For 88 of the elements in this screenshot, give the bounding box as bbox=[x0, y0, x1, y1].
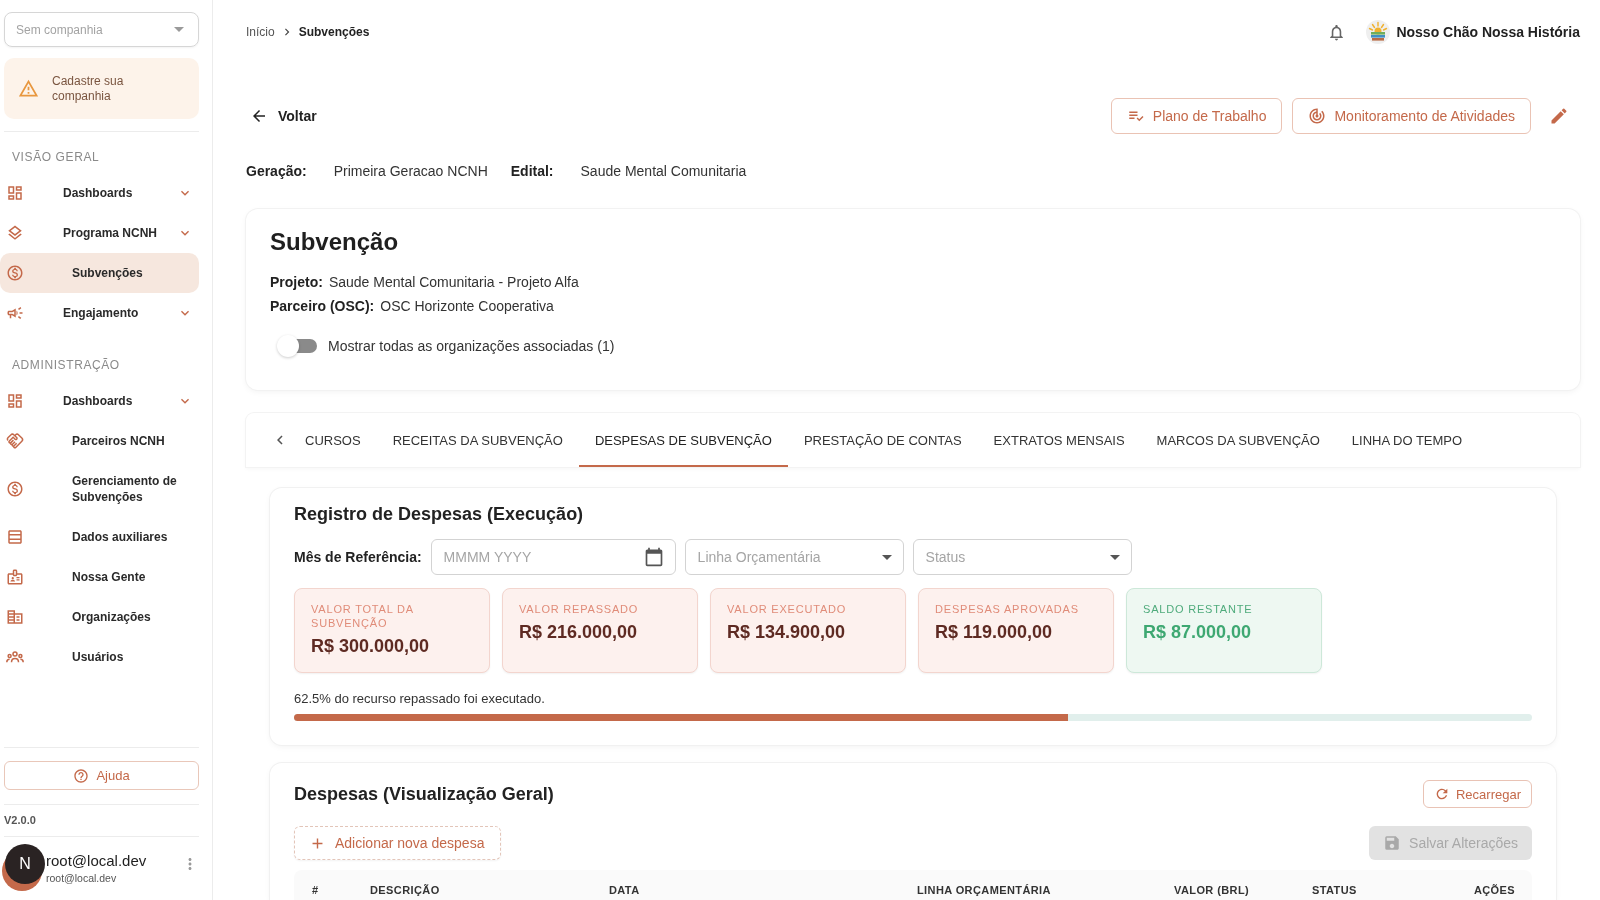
nav-item[interactable]: Gerenciamento de Subvenções bbox=[0, 461, 199, 517]
work-plan-button[interactable]: Plano de Trabalho bbox=[1110, 98, 1283, 134]
progress-caption: 62.5% do recurso repassado foi executado. bbox=[294, 691, 546, 707]
reload-button[interactable]: Recarregar bbox=[1422, 780, 1532, 808]
rows-icon bbox=[6, 528, 24, 546]
meta-value: Primeira Geracao NCNH bbox=[333, 163, 488, 179]
dashboard-icon bbox=[6, 392, 24, 410]
select-field[interactable]: Linha Orçamentária bbox=[684, 539, 904, 575]
add-button[interactable]: Adicionar nova despesa bbox=[294, 826, 502, 860]
dropdown-icon bbox=[881, 554, 892, 560]
column-header: DESCRIÇÃO bbox=[370, 883, 441, 897]
filter-label: Mês de Referência: bbox=[294, 549, 422, 565]
version-label: V2.0.0 bbox=[4, 813, 37, 827]
calendar-icon[interactable] bbox=[643, 547, 664, 567]
target-icon bbox=[1308, 107, 1327, 125]
field-value: Saude Mental Comunitaria - Projeto Alfa bbox=[328, 273, 579, 292]
dropdown-icon bbox=[174, 27, 184, 32]
help-button[interactable]: Ajuda bbox=[4, 761, 199, 790]
tab[interactable]: MARCOS DA SUBVENÇÃO bbox=[1140, 413, 1336, 467]
people-icon bbox=[6, 651, 24, 663]
tab[interactable]: RECEITAS DA SUBVENÇÃO bbox=[376, 413, 579, 467]
id-badge-icon bbox=[6, 568, 24, 586]
column-header: VALOR (BRL) bbox=[1174, 883, 1251, 897]
section-heading: ADMINISTRAÇÃO bbox=[11, 357, 121, 373]
stat-label: SALDO RESTANTE bbox=[1143, 602, 1254, 616]
user-name: root@local.dev bbox=[46, 852, 148, 870]
help-icon bbox=[73, 767, 90, 784]
organization-name: Nosso Chão Nossa História bbox=[1396, 24, 1580, 40]
breadcrumb-link[interactable]: Início bbox=[246, 25, 275, 39]
column-header: DATA bbox=[609, 883, 641, 897]
field-value: OSC Horizonte Cooperativa bbox=[380, 297, 554, 316]
stat-value: R$ 216.000,00 bbox=[519, 621, 639, 643]
meta-label: Geração: bbox=[246, 163, 307, 179]
card-title: Subvenção bbox=[270, 229, 400, 255]
section-title: Registro de Despesas (Execução) bbox=[294, 503, 585, 525]
date-field[interactable]: MMMM YYYY bbox=[430, 539, 676, 575]
nav-item[interactable]: Subvenções bbox=[0, 253, 199, 293]
tab[interactable]: PRESTAÇÃO DE CONTAS bbox=[787, 413, 978, 467]
handshake-icon bbox=[6, 432, 24, 450]
dashboard-icon bbox=[6, 184, 24, 202]
stat-label: DESPESAS APROVADAS bbox=[935, 602, 1080, 616]
toggle-label: Mostrar todas as organizações associadas (1) bbox=[328, 338, 615, 354]
column-header: STATUS bbox=[1312, 883, 1358, 897]
meta-value: Saude Mental Comunitaria bbox=[580, 163, 747, 179]
stat-label: VALOR REPASSADO bbox=[519, 602, 640, 616]
warning-icon bbox=[18, 78, 39, 99]
nav-item[interactable]: Parceiros NCNH bbox=[0, 421, 199, 461]
tab[interactable]: LINHA DO TEMPO bbox=[1335, 413, 1479, 467]
activity-monitoring-button[interactable]: Monitoramento de Atividades bbox=[1292, 98, 1531, 134]
breadcrumb-current: Subvenções bbox=[298, 25, 370, 39]
tab[interactable]: CURSOS bbox=[289, 413, 377, 467]
stat-value: R$ 87.000,00 bbox=[1143, 621, 1253, 643]
nav-item[interactable]: Nossa Gente bbox=[0, 557, 199, 597]
buildings-icon bbox=[6, 608, 24, 626]
section-title: Despesas (Visualização Geral) bbox=[294, 783, 554, 805]
edit-icon[interactable] bbox=[1549, 106, 1569, 126]
nav-item[interactable]: Dashboards bbox=[0, 381, 199, 421]
field-label: Projeto: bbox=[270, 273, 323, 292]
column-header: LINHA ORÇAMENTÁRIA bbox=[917, 883, 1052, 897]
nav-item[interactable]: Dados auxiliares bbox=[0, 517, 199, 557]
section-heading: VISÃO GERAL bbox=[11, 149, 101, 165]
toggle-switch[interactable] bbox=[277, 334, 317, 358]
save-icon bbox=[1383, 834, 1402, 852]
nav-item[interactable]: Usuários bbox=[0, 637, 199, 677]
column-header: # bbox=[312, 883, 320, 897]
stat-value: R$ 119.000,00 bbox=[935, 621, 1054, 643]
nav-item[interactable]: Dashboards bbox=[0, 173, 199, 213]
dropdown-icon bbox=[1109, 554, 1120, 560]
stat-label: VALOR TOTAL DA SUBVENÇÃO bbox=[311, 602, 415, 630]
nav-item[interactable]: Programa NCNH bbox=[0, 213, 199, 253]
user-email: root@local.dev bbox=[46, 872, 118, 885]
stat-value: R$ 134.900,00 bbox=[727, 621, 847, 643]
tab[interactable]: EXTRATOS MENSAIS bbox=[977, 413, 1141, 467]
layers-icon bbox=[6, 224, 24, 242]
logo-icon bbox=[1366, 20, 1391, 44]
user-avatar: N bbox=[5, 843, 45, 884]
stat-value: R$ 300.000,00 bbox=[311, 635, 431, 657]
megaphone-icon bbox=[6, 304, 24, 322]
select-field[interactable]: Status bbox=[912, 539, 1132, 575]
back-button[interactable]: Voltar bbox=[246, 101, 317, 131]
nav-item[interactable]: Organizações bbox=[0, 597, 199, 637]
notice-text: Cadastre sua companhia bbox=[52, 73, 125, 104]
tab[interactable]: DESPESAS DE SUBVENÇÃO bbox=[578, 413, 788, 467]
column-header: AÇÕES bbox=[1473, 883, 1515, 897]
stat-label: VALOR EXECUTADO bbox=[727, 602, 848, 616]
field-label: Parceiro (OSC): bbox=[270, 297, 375, 316]
nav-item[interactable]: Engajamento bbox=[0, 293, 199, 333]
meta-label: Edital: bbox=[510, 163, 554, 179]
